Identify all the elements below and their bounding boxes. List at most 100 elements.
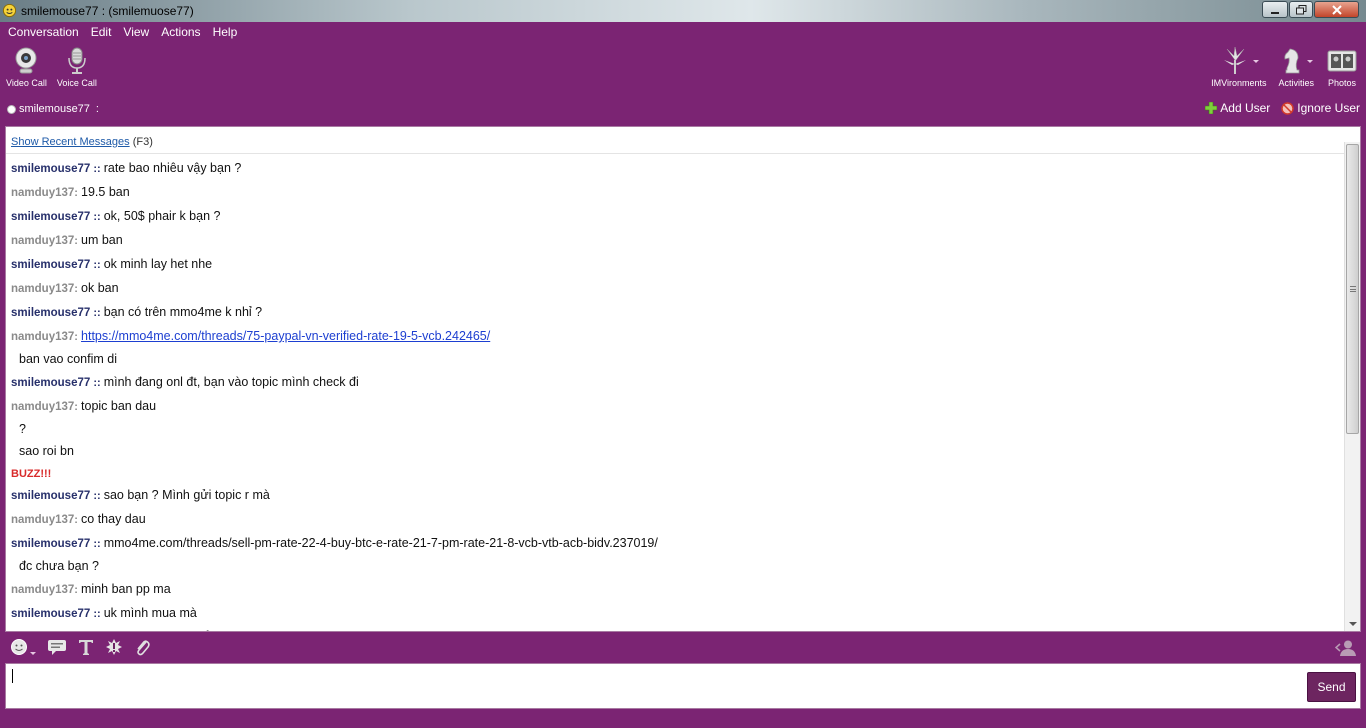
close-window-button[interactable]: [1314, 1, 1359, 18]
message-text: minh ban pp ma: [81, 582, 171, 596]
message-row: namduy137: ok ban: [11, 278, 1341, 302]
webcam-icon: [15, 47, 37, 74]
message-text: rate bao nhiêu vậy bạn ?: [103, 161, 242, 175]
message-text: um ban: [81, 233, 123, 247]
contact-name: smilemouse77: [19, 103, 90, 115]
message-continuation: mà lâu lâu cần mua số lượng ít để invoic…: [11, 627, 1341, 631]
messenger-smiley-icon: [2, 3, 17, 18]
sender-separator: ::: [90, 538, 104, 550]
message-sender: smilemouse77: [11, 259, 91, 271]
message-row: namduy137: minh ban pp ma: [11, 579, 1341, 603]
chess-knight-icon: [1284, 48, 1300, 74]
message-link[interactable]: https://mmo4me.com/threads/75-paypal-vn-…: [81, 329, 490, 343]
message-row: smilemouse77 :: rate bao nhiêu vậy bạn ?: [11, 158, 1341, 182]
activities-label: Activities: [1278, 78, 1314, 88]
ignore-user-icon: [1281, 101, 1295, 115]
message-row: smilemouse77 :: ok, 50$ phair k bạn ?: [11, 206, 1341, 230]
add-user-button[interactable]: Add User: [1205, 101, 1270, 115]
message-row: smilemouse77 :: mmo4me.com/threads/sell-…: [11, 533, 1341, 557]
menu-edit[interactable]: Edit: [86, 22, 117, 42]
message-sender: smilemouse77: [11, 163, 91, 175]
message-text: mình đang onl đt, bạn vào topic mình che…: [103, 375, 359, 389]
restore-icon: [1295, 4, 1306, 14]
formatting-toolbar: [10, 638, 161, 656]
recent-messages-bar: Show Recent Messages (F3): [6, 127, 1360, 154]
video-call-button[interactable]: Video Call: [6, 46, 47, 88]
photos-button[interactable]: Photos: [1326, 46, 1358, 88]
message-row: namduy137: co thay dau: [11, 509, 1341, 533]
show-recent-messages-link[interactable]: Show Recent Messages: [11, 136, 130, 148]
sender-separator: :: [74, 331, 82, 343]
close-icon: [1331, 4, 1342, 15]
recent-messages-shortcut: (F3): [132, 136, 153, 148]
menu-actions[interactable]: Actions: [156, 22, 205, 42]
imvironments-button[interactable]: IMVironments: [1211, 46, 1266, 88]
message-text: bạn có trên mmo4me k nhỉ ?: [103, 305, 263, 319]
maximize-button[interactable]: [1289, 1, 1313, 18]
menu-view[interactable]: View: [118, 22, 154, 42]
message-row: smilemouse77 :: mình đang onl đt, bạn và…: [11, 372, 1341, 396]
message-sender: smilemouse77: [11, 307, 91, 319]
message-row: smilemouse77 :: uk mình mua mà: [11, 603, 1341, 627]
menu-bar: Conversation Edit View Actions Help: [0, 22, 1366, 42]
message-continuation: ?: [11, 420, 1341, 442]
send-button[interactable]: Send: [1307, 672, 1356, 702]
message-sender: namduy137: [11, 283, 75, 295]
microphone-icon: [68, 47, 86, 74]
status-separator: :: [95, 103, 99, 115]
message-text: ?: [19, 422, 26, 436]
message-sender: smilemouse77: [11, 377, 91, 389]
message-text: ok minh lay het nhe: [103, 257, 213, 271]
message-sender: namduy137: [11, 514, 75, 526]
message-row: namduy137: 19.5 ban: [11, 182, 1341, 206]
scroll-down-icon[interactable]: [1349, 622, 1357, 626]
message-text: mmo4me.com/threads/sell-pm-rate-22-4-buy…: [103, 536, 658, 550]
buzz-message: BUZZ!!!: [11, 468, 52, 480]
sender-separator: ::: [90, 608, 104, 620]
smiley-icon: [11, 639, 27, 655]
message-row: smilemouse77 :: bạn có trên mmo4me k nhỉ…: [11, 302, 1341, 326]
toolbar-left: Video Call Voice Call: [6, 46, 107, 88]
message-continuation: đc chưa bạn ?: [11, 557, 1341, 579]
text-cursor: [12, 669, 13, 683]
voice-call-button[interactable]: Voice Call: [57, 46, 97, 88]
text-format-icon: [79, 640, 93, 655]
voice-call-label: Voice Call: [56, 78, 97, 88]
contact-details-button[interactable]: [1334, 639, 1357, 660]
sender-separator: ::: [90, 490, 104, 502]
menu-help[interactable]: Help: [208, 22, 243, 42]
contact-person-icon: [1334, 640, 1356, 656]
menu-conversation[interactable]: Conversation: [3, 22, 84, 42]
attach-file-button[interactable]: [134, 638, 150, 656]
activities-button[interactable]: Activities: [1278, 46, 1314, 88]
toolbar-right: IMVironments Activities Photos: [1199, 46, 1358, 88]
message-sender: smilemouse77: [11, 608, 91, 620]
message-text: ok ban: [81, 281, 119, 295]
message-sender: namduy137: [11, 401, 75, 413]
emoticons-button[interactable]: [10, 638, 36, 656]
message-continuation: sao roi bn: [11, 442, 1341, 464]
contact-status-row: smilemouse77 :: [7, 103, 99, 115]
text-format-button[interactable]: [78, 638, 94, 656]
scrollbar-thumb[interactable]: [1346, 144, 1359, 434]
sender-separator: :: [74, 514, 82, 526]
title-bar: smilemouse77 : (smilemuose77): [0, 0, 1366, 22]
message-text: mà lâu lâu cần mua số lượng ít để invoic…: [19, 630, 252, 631]
window-title: smilemouse77 : (smilemuose77): [21, 4, 194, 18]
audibles-button[interactable]: [47, 638, 67, 656]
conversation-scrollbar[interactable]: [1344, 142, 1360, 631]
user-actions: Add User Ignore User: [1194, 101, 1360, 115]
sender-separator: :: [74, 283, 82, 295]
message-sender: smilemouse77: [11, 211, 91, 223]
buzz-button[interactable]: [105, 638, 123, 656]
message-input-box[interactable]: Send: [5, 663, 1361, 709]
ignore-user-button[interactable]: Ignore User: [1281, 101, 1360, 115]
message-row: namduy137: um ban: [11, 230, 1341, 254]
message-sender: namduy137: [11, 187, 75, 199]
message-row: smilemouse77 :: ok minh lay het nhe: [11, 254, 1341, 278]
online-status-icon: [7, 104, 16, 114]
photos-icon: [1327, 50, 1357, 72]
message-sender: smilemouse77: [11, 490, 91, 502]
minimize-button[interactable]: [1262, 1, 1288, 18]
message-text: uk mình mua mà: [103, 606, 197, 620]
